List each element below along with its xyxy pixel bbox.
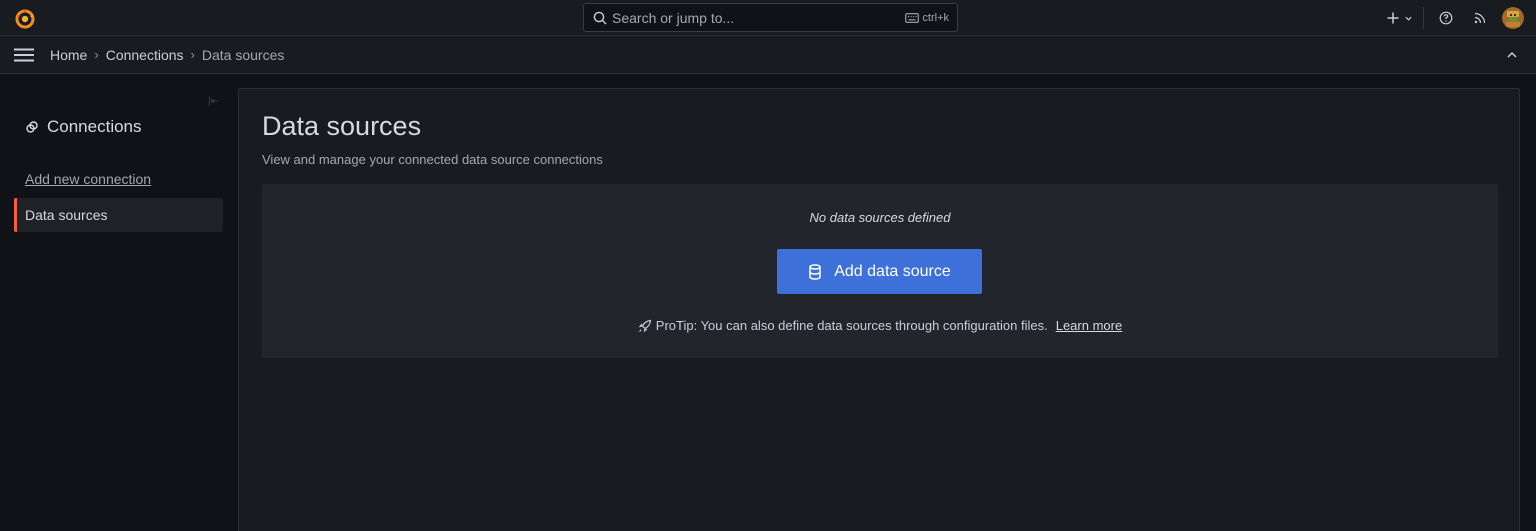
help-icon (1439, 11, 1453, 25)
sidebar-title-label: Connections (47, 117, 142, 136)
breadcrumb-data-sources: Data sources (201, 46, 285, 63)
sidebar-item-add-new-connection[interactable]: Add new connection (25, 171, 151, 187)
page-subtitle: View and manage your connected data sour… (262, 152, 603, 167)
add-data-source-label: Add data source (834, 262, 951, 280)
sidebar-title: Connections (25, 117, 142, 137)
breadcrumb-home[interactable]: Home (50, 47, 87, 63)
breadcrumb-bar: Home › Connections › Data sources (0, 36, 1536, 74)
learn-more-link[interactable]: Learn more (1056, 318, 1122, 333)
protip-text: ProTip: You can also define data sources… (655, 318, 1048, 333)
top-bar: Search or jump to... ctrl+k (0, 0, 1536, 36)
sidebar: |⇤ Connections Add new connection Data s… (0, 74, 238, 531)
hamburger-menu-icon (14, 48, 34, 61)
add-data-source-button[interactable]: Add data source (777, 249, 982, 294)
empty-state-panel: No data sources defined Add data source … (262, 184, 1498, 358)
chevron-up-icon (1507, 51, 1517, 58)
keyboard-shortcut: ctrl+k (905, 12, 949, 24)
rocket-icon (638, 319, 651, 332)
chevron-right-icon: › (94, 47, 99, 62)
news-button[interactable] (1468, 6, 1492, 30)
protip: ProTip: You can also define data sources… (262, 318, 1498, 333)
user-avatar[interactable] (1502, 7, 1524, 29)
page-title: Data sources (262, 111, 422, 141)
shortcut-label: ctrl+k (922, 11, 949, 24)
link-icon (26, 121, 38, 133)
keyboard-icon (905, 12, 920, 23)
database-icon (809, 263, 821, 280)
sidebar-item-data-sources[interactable]: Data sources (14, 198, 223, 232)
empty-state-message: No data sources defined (809, 210, 951, 225)
search-placeholder: Search or jump to... (612, 9, 735, 26)
collapse-header-button[interactable] (1504, 47, 1520, 63)
menu-toggle-button[interactable] (14, 45, 34, 65)
search-input[interactable]: Search or jump to... ctrl+k (583, 3, 958, 32)
new-button[interactable] (1386, 6, 1413, 30)
breadcrumb-connections[interactable]: Connections (106, 47, 184, 63)
dock-menu-icon[interactable]: |⇤ (208, 96, 219, 107)
help-button[interactable] (1434, 6, 1458, 30)
chevron-right-icon: › (190, 47, 195, 62)
toolbar-divider (1423, 7, 1424, 29)
search-icon (592, 10, 608, 26)
top-right-actions (1386, 0, 1524, 36)
chevron-down-icon (1405, 16, 1412, 21)
grafana-logo-icon[interactable] (14, 7, 36, 29)
breadcrumb: Home › Connections › Data sources (50, 47, 284, 63)
main-content: Data sources View and manage your connec… (238, 88, 1520, 531)
plus-icon (1387, 12, 1399, 24)
news-rss-icon (1474, 12, 1486, 24)
sidebar-item-label: Data sources (25, 207, 108, 223)
